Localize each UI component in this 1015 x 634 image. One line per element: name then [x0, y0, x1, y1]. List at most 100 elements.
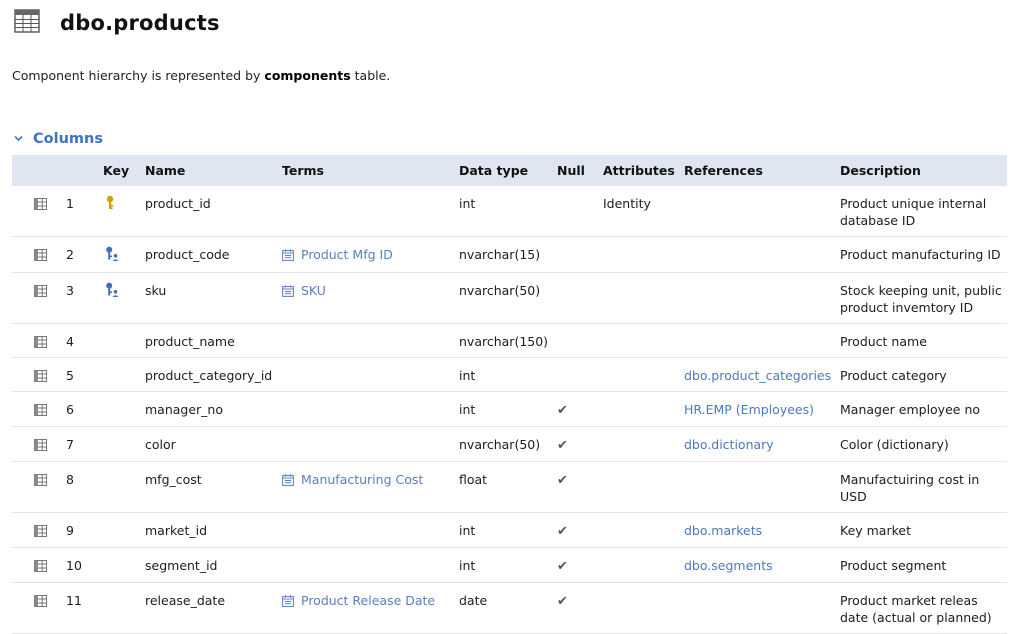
header-name[interactable]: Name	[145, 155, 282, 186]
column-row-icon	[34, 369, 47, 382]
null-cell: ✔	[557, 583, 603, 634]
column-name[interactable]: segment_id	[145, 548, 282, 583]
term-link[interactable]: Manufacturing Cost	[282, 471, 423, 490]
reference-link[interactable]: dbo.markets	[684, 523, 762, 538]
column-name[interactable]: release_date	[145, 583, 282, 634]
reference-link[interactable]: dbo.product_categories	[684, 368, 831, 383]
term-label[interactable]: SKU	[301, 282, 326, 299]
term-label[interactable]: Product Mfg ID	[301, 246, 393, 263]
column-row-icon	[34, 248, 47, 261]
nullable-check-icon: ✔	[557, 524, 568, 539]
null-cell: ✔	[557, 427, 603, 462]
column-name[interactable]: manager_no	[145, 392, 282, 427]
column-name[interactable]: color	[145, 427, 282, 462]
unique-key-icon	[105, 246, 119, 262]
references-cell	[684, 273, 840, 324]
columns-section-toggle[interactable]: Columns	[14, 131, 103, 147]
table-row[interactable]: 3 sku SKU nvarchar(50) Stock keeping unit, p…	[12, 273, 1007, 324]
header-terms[interactable]: Terms	[282, 155, 459, 186]
attributes-cell	[603, 548, 684, 583]
header-null[interactable]: Null	[557, 155, 603, 186]
table-row[interactable]: 8 mfg_cost Manufacturing Cost float ✔ Manufac…	[12, 462, 1007, 513]
terms-cell: Product Release Date	[282, 583, 459, 634]
data-type: nvarchar(150)	[459, 334, 549, 349]
column-row-icon	[34, 197, 47, 210]
column-name[interactable]: mfg_cost	[145, 462, 282, 513]
header-references[interactable]: References	[684, 155, 840, 186]
column-name[interactable]: product_code	[145, 237, 282, 273]
data-type: nvarchar(15)	[459, 247, 541, 262]
table-row[interactable]: 9 market_id int ✔ dbo.markets Key market	[12, 513, 1007, 548]
term-link[interactable]: Product Mfg ID	[282, 246, 393, 265]
attributes-cell	[603, 324, 684, 358]
table-description: Component hierarchy is represented by co…	[12, 68, 390, 83]
description-bold[interactable]: components	[264, 68, 350, 83]
key-cell	[103, 358, 145, 392]
null-cell: ✔	[557, 548, 603, 583]
table-row[interactable]: 4 product_name nvarchar(150) Product name	[12, 324, 1007, 358]
glossary-term-icon	[282, 282, 301, 301]
attributes-cell	[603, 513, 684, 548]
nullable-check-icon: ✔	[557, 438, 568, 453]
glossary-term-icon	[282, 592, 301, 611]
key-cell	[103, 513, 145, 548]
data-type: nvarchar(50)	[459, 437, 541, 452]
attributes-cell: Identity	[603, 196, 651, 211]
header-attributes[interactable]: Attributes	[603, 155, 684, 186]
column-name[interactable]: market_id	[145, 513, 282, 548]
column-row-icon	[34, 403, 47, 416]
column-name[interactable]: sku	[145, 273, 282, 324]
data-type: int	[459, 402, 476, 417]
unique-key-icon	[105, 282, 119, 298]
description-cell: Key market	[840, 523, 911, 538]
description-cell: Color (dictionary)	[840, 437, 949, 452]
term-label[interactable]: Product Release Date	[301, 592, 435, 609]
table-row[interactable]: 2 product_code Product Mfg ID nvarchar(15) P…	[12, 237, 1007, 273]
terms-cell	[282, 358, 459, 392]
chevron-down-icon[interactable]	[14, 134, 28, 145]
table-row[interactable]: 7 color nvarchar(50) ✔ dbo.dictionary Color (…	[12, 427, 1007, 462]
columns-table: Key Name Terms Data type Null Attributes…	[12, 155, 1007, 634]
table-row[interactable]: 11 release_date Product Release Date date ✔ P…	[12, 583, 1007, 634]
table-row[interactable]: 5 product_category_id int dbo.product_categ…	[12, 358, 1007, 392]
column-row-icon	[34, 473, 47, 486]
attributes-cell	[603, 427, 684, 462]
term-link[interactable]: SKU	[282, 282, 326, 301]
references-cell: dbo.markets	[684, 513, 840, 548]
header-num-col	[60, 155, 103, 186]
data-type: nvarchar(50)	[459, 283, 541, 298]
reference-link[interactable]: dbo.segments	[684, 558, 773, 573]
null-cell	[557, 324, 603, 358]
attributes-cell	[603, 358, 684, 392]
table-header-row: Key Name Terms Data type Null Attributes…	[12, 155, 1007, 186]
references-cell	[684, 237, 840, 273]
key-cell	[103, 392, 145, 427]
reference-link[interactable]: HR.EMP (Employees)	[684, 402, 814, 417]
data-type: int	[459, 558, 476, 573]
reference-link[interactable]: dbo.dictionary	[684, 437, 774, 452]
nullable-check-icon: ✔	[557, 559, 568, 574]
header-key[interactable]: Key	[103, 155, 145, 186]
data-type: int	[459, 523, 476, 538]
column-name[interactable]: product_name	[145, 324, 282, 358]
column-name[interactable]: product_id	[145, 186, 282, 237]
table-row[interactable]: 6 manager_no int ✔ HR.EMP (Employees) Manager…	[12, 392, 1007, 427]
header-description[interactable]: Description	[840, 155, 1007, 186]
table-row[interactable]: 1 product_id int Identity Product unique int…	[12, 186, 1007, 237]
attributes-cell	[603, 583, 684, 634]
table-row[interactable]: 10 segment_id int ✔ dbo.segments Product segm…	[12, 548, 1007, 583]
key-cell	[103, 186, 145, 237]
null-cell	[557, 273, 603, 324]
row-number: 1	[66, 196, 74, 211]
row-number: 5	[66, 368, 74, 383]
row-number: 2	[66, 247, 74, 262]
column-row-icon	[34, 594, 47, 607]
header-data-type[interactable]: Data type	[459, 155, 557, 186]
row-number: 10	[66, 558, 82, 573]
term-link[interactable]: Product Release Date	[282, 592, 435, 611]
column-name[interactable]: product_category_id	[145, 358, 282, 392]
nullable-check-icon: ✔	[557, 594, 568, 609]
term-label[interactable]: Manufacturing Cost	[301, 471, 423, 488]
row-number: 3	[66, 283, 74, 298]
terms-cell	[282, 548, 459, 583]
